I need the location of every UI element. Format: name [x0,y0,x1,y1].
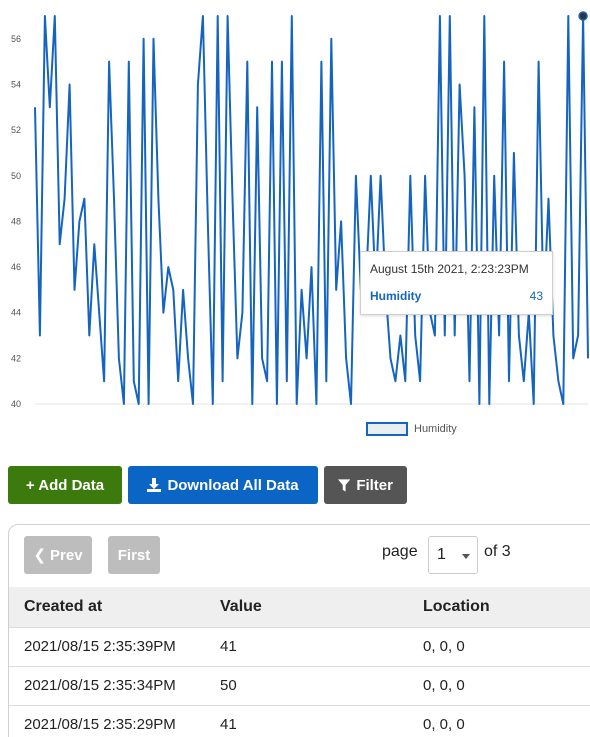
y-tick-label: 44 [11,308,21,318]
cell-location: 0, 0, 0 [408,626,590,666]
chart-tooltip: August 15th 2021, 2:23:23PM Humidity 43 [360,251,553,315]
tooltip-title: August 15th 2021, 2:23:23PM [370,262,529,276]
tooltip-value: 43 [529,289,543,303]
y-tick-label: 54 [11,79,21,89]
data-table: Created at Value Location 2021/08/15 2:3… [9,587,590,737]
filter-button[interactable]: Filter [324,466,407,504]
y-tick-label: 40 [11,399,21,409]
add-data-button[interactable]: + Add Data [8,466,122,504]
toolbar: + Add Data Download All Data Filter [8,466,407,504]
y-tick-label: 52 [11,125,21,135]
cell-created-at: 2021/08/15 2:35:39PM [9,626,205,666]
download-icon [147,478,162,492]
filter-icon [338,478,351,492]
page-of: of 3 [484,543,511,560]
download-all-data-button[interactable]: Download All Data [128,466,318,504]
y-tick-label: 48 [11,216,21,226]
cell-value: 50 [205,665,408,705]
caret-down-icon [462,554,470,559]
highlighted-point[interactable] [578,11,588,21]
header-created-at[interactable]: Created at [9,587,205,627]
header-location[interactable]: Location [408,587,590,627]
table-row[interactable]: 2021/08/15 2:35:39PM 41 0, 0, 0 [9,626,590,666]
table-row[interactable]: 2021/08/15 2:35:34PM 50 0, 0, 0 [9,665,590,705]
data-panel: ❮ Prev First page 1 of 3 Created at Valu… [8,524,590,737]
page-select[interactable]: 1 [428,536,478,574]
page-select-value: 1 [437,546,446,563]
cell-value: 41 [205,704,408,737]
download-label: Download All Data [167,476,299,494]
first-button[interactable]: First [108,536,160,574]
legend-swatch [366,422,408,436]
humidity-series-line[interactable] [34,15,589,405]
cell-location: 0, 0, 0 [408,665,590,705]
pager: ❮ Prev First page 1 of 3 [9,525,590,587]
chart-svg: 40 42 44 46 48 50 52 54 56 [11,11,589,409]
y-tick-label: 50 [11,171,21,181]
cell-created-at: 2021/08/15 2:35:34PM [9,665,205,705]
y-tick-label: 42 [11,353,21,363]
legend-label: Humidity [414,423,457,435]
cell-value: 41 [205,626,408,666]
page-label: page [382,543,418,560]
prev-button[interactable]: ❮ Prev [24,536,92,574]
chevron-left-icon: ❮ [33,547,47,564]
table-row[interactable]: 2021/08/15 2:35:29PM 41 0, 0, 0 [9,704,590,737]
y-tick-label: 56 [11,34,21,44]
first-label: First [117,546,151,564]
table-header-row: Created at Value Location [9,587,590,627]
header-value[interactable]: Value [205,587,408,627]
cell-location: 0, 0, 0 [408,704,590,737]
humidity-chart: 40 42 44 46 48 50 52 54 56 [0,0,590,445]
add-data-label: + Add Data [25,476,105,494]
tooltip-series: Humidity [370,289,422,303]
tooltip-row: Humidity 43 [370,289,543,303]
chart-legend[interactable]: Humidity [366,422,457,436]
filter-label: Filter [356,476,393,494]
y-tick-label: 46 [11,262,21,272]
cell-created-at: 2021/08/15 2:35:29PM [9,704,205,737]
prev-label: Prev [50,546,83,564]
